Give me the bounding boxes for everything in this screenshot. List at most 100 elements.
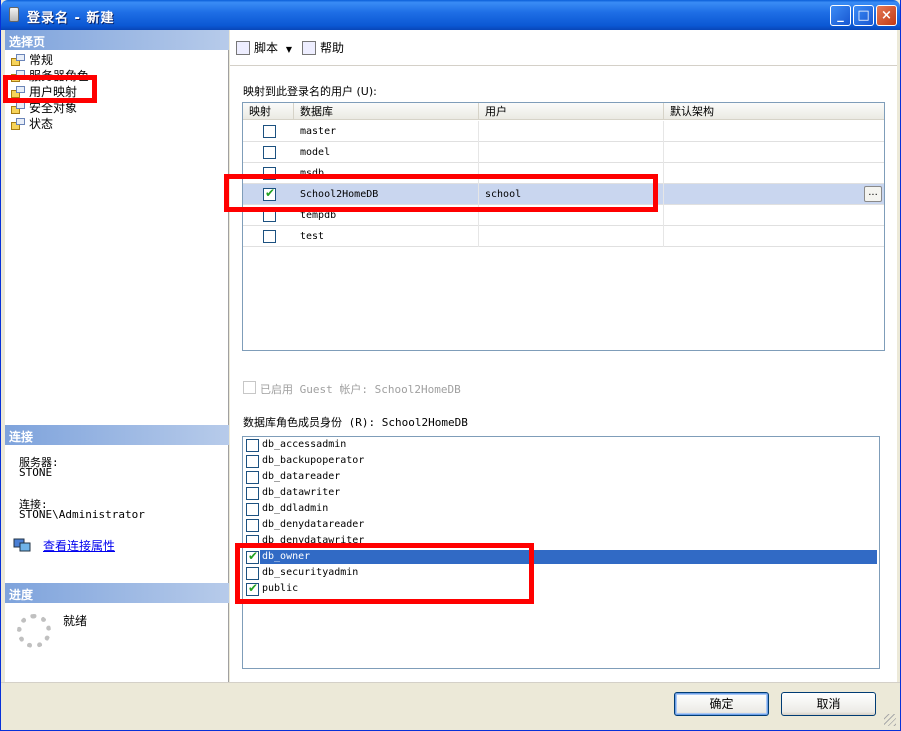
connection-header: 连接 bbox=[5, 425, 229, 445]
role-label: public bbox=[262, 583, 299, 594]
schema-cell[interactable] bbox=[664, 121, 884, 142]
role-label: db_denydatawriter bbox=[262, 535, 365, 546]
database-cell: model bbox=[294, 142, 479, 163]
server-value: STONE bbox=[19, 466, 53, 479]
role-checkbox[interactable] bbox=[246, 519, 259, 532]
role-label: db_denydatareader bbox=[262, 519, 365, 530]
cancel-button[interactable]: 取消 bbox=[781, 692, 876, 716]
role-label: db_datawriter bbox=[262, 487, 341, 498]
connection-value: STONE\Administrator bbox=[19, 508, 145, 521]
mapped-users-label: 映射到此登录名的用户 (U): bbox=[243, 85, 377, 98]
column-header-default-schema[interactable]: 默认架构 bbox=[664, 103, 884, 120]
script-icon bbox=[236, 41, 250, 55]
connection-properties-icon bbox=[13, 538, 31, 552]
list-item[interactable]: public bbox=[243, 581, 879, 597]
nav-item-label: 服务器角色 bbox=[29, 69, 90, 83]
list-item[interactable]: db_denydatareader bbox=[243, 517, 879, 533]
column-header-user[interactable]: 用户 bbox=[479, 103, 664, 120]
nav-item-label: 用户映射 bbox=[29, 85, 78, 99]
role-checkbox[interactable] bbox=[246, 439, 259, 452]
user-cell[interactable]: school bbox=[479, 184, 664, 205]
role-checkbox[interactable] bbox=[246, 549, 259, 564]
resize-grip-icon[interactable] bbox=[884, 714, 896, 726]
database-cell: test bbox=[294, 226, 479, 247]
column-header-map[interactable]: 映射 bbox=[243, 103, 294, 120]
column-header-database[interactable]: 数据库 bbox=[294, 103, 479, 120]
user-cell[interactable] bbox=[479, 226, 664, 247]
progress-status: 就绪 bbox=[63, 614, 88, 628]
left-pane: 选择页 常规 服务器角色 用户映射 安全对象 状态 连接 服务器: STONE … bbox=[5, 30, 229, 682]
database-cell: msdb bbox=[294, 163, 479, 184]
nav-item-status[interactable]: 状态 bbox=[11, 116, 53, 132]
role-checkbox[interactable] bbox=[246, 535, 259, 548]
nav-item-securables[interactable]: 安全对象 bbox=[11, 100, 77, 116]
maximize-button[interactable]: □ bbox=[853, 5, 874, 26]
table-row[interactable]: master bbox=[243, 121, 884, 142]
user-mapping-grid[interactable]: 映射 数据库 用户 默认架构 master model msdb School2… bbox=[242, 102, 885, 351]
list-item[interactable]: db_datareader bbox=[243, 469, 879, 485]
database-cell: tempdb bbox=[294, 205, 479, 226]
map-checkbox[interactable] bbox=[263, 186, 276, 201]
role-checkbox[interactable] bbox=[246, 581, 259, 596]
help-icon bbox=[302, 41, 316, 55]
toolbar: 脚本 ▼ 帮助 bbox=[230, 30, 897, 66]
database-cell: School2HomeDB bbox=[294, 184, 479, 205]
close-button[interactable]: × bbox=[876, 5, 897, 26]
list-item[interactable]: db_owner bbox=[243, 549, 879, 565]
map-checkbox[interactable] bbox=[263, 167, 276, 180]
map-checkbox[interactable] bbox=[263, 230, 276, 243]
chevron-down-icon[interactable]: ▼ bbox=[286, 45, 292, 54]
nav-item-general[interactable]: 常规 bbox=[11, 52, 53, 68]
table-row[interactable]: msdb bbox=[243, 163, 884, 184]
title-bar[interactable]: 登录名 - 新建 _ □ × bbox=[1, 0, 900, 30]
map-checkbox[interactable] bbox=[263, 209, 276, 222]
list-item[interactable]: db_backupoperator bbox=[243, 453, 879, 469]
table-row[interactable]: test bbox=[243, 226, 884, 247]
page-icon bbox=[11, 118, 25, 130]
page-icon bbox=[11, 70, 25, 82]
role-checkbox[interactable] bbox=[246, 471, 259, 484]
view-connection-properties-link[interactable]: 查看连接属性 bbox=[43, 537, 115, 554]
list-item[interactable]: db_denydatawriter bbox=[243, 533, 879, 549]
nav-item-label: 状态 bbox=[29, 117, 54, 131]
role-checkbox[interactable] bbox=[246, 455, 259, 468]
schema-cell[interactable] bbox=[664, 163, 884, 184]
map-checkbox[interactable] bbox=[263, 125, 276, 138]
user-cell[interactable] bbox=[479, 163, 664, 184]
role-label: db_datareader bbox=[262, 471, 341, 482]
schema-cell[interactable] bbox=[664, 184, 884, 205]
table-row[interactable]: model bbox=[243, 142, 884, 163]
user-cell[interactable] bbox=[479, 205, 664, 226]
list-item[interactable]: db_datawriter bbox=[243, 485, 879, 501]
nav-item-label: 安全对象 bbox=[29, 101, 78, 115]
map-checkbox[interactable] bbox=[263, 146, 276, 159]
page-icon bbox=[11, 86, 25, 98]
role-label: db_backupoperator bbox=[262, 455, 365, 466]
schema-cell[interactable] bbox=[664, 226, 884, 247]
user-cell[interactable] bbox=[479, 142, 664, 163]
table-row[interactable]: School2HomeDB school ... bbox=[243, 184, 884, 205]
schema-cell[interactable] bbox=[664, 205, 884, 226]
role-checkbox[interactable] bbox=[246, 567, 259, 580]
role-label: db_accessadmin bbox=[262, 439, 347, 450]
role-checkbox[interactable] bbox=[246, 503, 259, 516]
database-cell: master bbox=[294, 121, 479, 142]
schema-cell[interactable] bbox=[664, 142, 884, 163]
role-checkbox[interactable] bbox=[246, 487, 259, 500]
list-item[interactable]: db_ddladmin bbox=[243, 501, 879, 517]
list-item[interactable]: db_securityadmin bbox=[243, 565, 879, 581]
script-button[interactable]: 脚本 ▼ bbox=[236, 40, 292, 56]
login-new-dialog: 登录名 - 新建 _ □ × 选择页 常规 服务器角色 用户映射 安全对象 状态… bbox=[0, 0, 901, 731]
ok-button[interactable]: 确定 bbox=[674, 692, 769, 716]
user-cell[interactable] bbox=[479, 121, 664, 142]
help-button[interactable]: 帮助 bbox=[302, 40, 344, 56]
browse-schema-button[interactable]: ... bbox=[864, 186, 882, 202]
page-icon bbox=[11, 54, 25, 66]
role-label: db_owner bbox=[260, 550, 877, 564]
minimize-button[interactable]: _ bbox=[830, 5, 851, 26]
role-membership-list[interactable]: db_accessadmin db_backupoperator db_data… bbox=[242, 436, 880, 669]
list-item[interactable]: db_accessadmin bbox=[243, 437, 879, 453]
table-row[interactable]: tempdb bbox=[243, 205, 884, 226]
nav-item-user-mapping[interactable]: 用户映射 bbox=[11, 84, 78, 100]
nav-item-server-roles[interactable]: 服务器角色 bbox=[11, 68, 89, 84]
